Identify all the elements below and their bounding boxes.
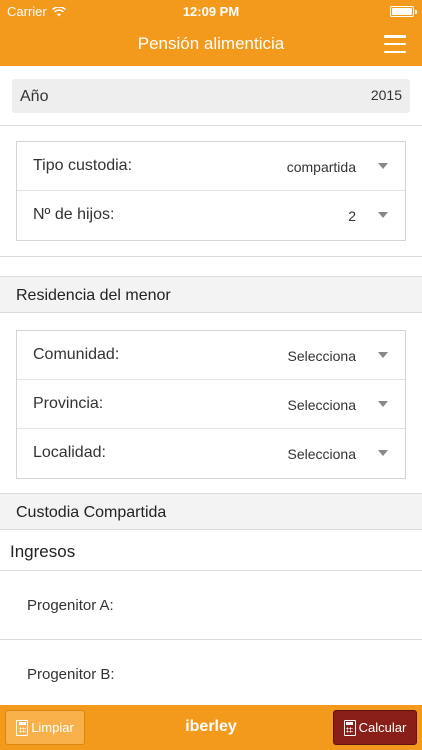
- divider: [0, 125, 422, 126]
- bottom-toolbar: Limpiar iberley Calcular: [0, 705, 422, 750]
- custody-type-label: Tipo custodia:: [33, 157, 133, 174]
- parent-a-income-row: Progenitor A:: [0, 570, 422, 639]
- hamburger-menu-icon[interactable]: [384, 35, 406, 53]
- province-value: Selecciona: [287, 397, 357, 413]
- locality-label: Localidad:: [33, 444, 106, 461]
- navigation-bar: Pensión alimenticia: [0, 22, 422, 66]
- province-select[interactable]: Provincia: Selecciona: [17, 380, 405, 429]
- section-title: Custodia Compartida: [16, 504, 167, 521]
- divider: [0, 256, 422, 257]
- status-bar: Carrier 12:09 PM: [0, 0, 422, 22]
- children-count-value: 2: [348, 208, 356, 224]
- section-header-residence: Residencia del menor: [0, 276, 422, 313]
- locality-value: Selecciona: [287, 446, 357, 462]
- custody-type-select[interactable]: Tipo custodia: compartida: [17, 142, 405, 191]
- community-value: Selecciona: [287, 348, 357, 364]
- locality-select[interactable]: Localidad: Selecciona: [17, 429, 405, 478]
- calculate-button[interactable]: Calcular: [333, 710, 417, 745]
- dropdown-arrow-icon: [378, 212, 388, 218]
- community-label: Comunidad:: [33, 346, 120, 363]
- section-header-shared-custody: Custodia Compartida: [0, 493, 422, 530]
- parent-b-income-row: Progenitor B:: [0, 639, 422, 708]
- calculator-icon: [343, 719, 356, 736]
- year-selector[interactable]: Año 2015: [12, 79, 410, 113]
- year-value: 2015: [370, 87, 402, 103]
- province-label: Provincia:: [33, 395, 104, 412]
- residence-card: Comunidad: Selecciona Provincia: Selecci…: [16, 330, 406, 479]
- dropdown-arrow-icon: [378, 352, 388, 358]
- dropdown-arrow-icon: [378, 163, 388, 169]
- parent-a-label: Progenitor A:: [27, 597, 114, 614]
- custody-type-value: compartida: [286, 159, 356, 175]
- custody-card: Tipo custodia: compartida Nº de hijos: 2: [16, 141, 406, 241]
- calculate-button-label: Calcular: [358, 720, 407, 735]
- income-heading: Ingresos: [10, 542, 76, 561]
- status-time: 12:09 PM: [182, 4, 240, 19]
- year-label: Año: [20, 88, 49, 105]
- parent-b-label: Progenitor B:: [27, 666, 115, 683]
- battery-icon: [390, 6, 417, 17]
- page-title: Pensión alimenticia: [137, 34, 285, 53]
- parent-b-income-input[interactable]: [130, 658, 400, 690]
- parent-a-income-input[interactable]: [130, 589, 400, 621]
- dropdown-arrow-icon: [378, 450, 388, 456]
- community-select[interactable]: Comunidad: Selecciona: [17, 331, 405, 380]
- children-count-select[interactable]: Nº de hijos: 2: [17, 191, 405, 240]
- section-title: Residencia del menor: [16, 287, 171, 304]
- dropdown-arrow-icon: [378, 401, 388, 407]
- children-count-label: Nº de hijos:: [33, 206, 115, 223]
